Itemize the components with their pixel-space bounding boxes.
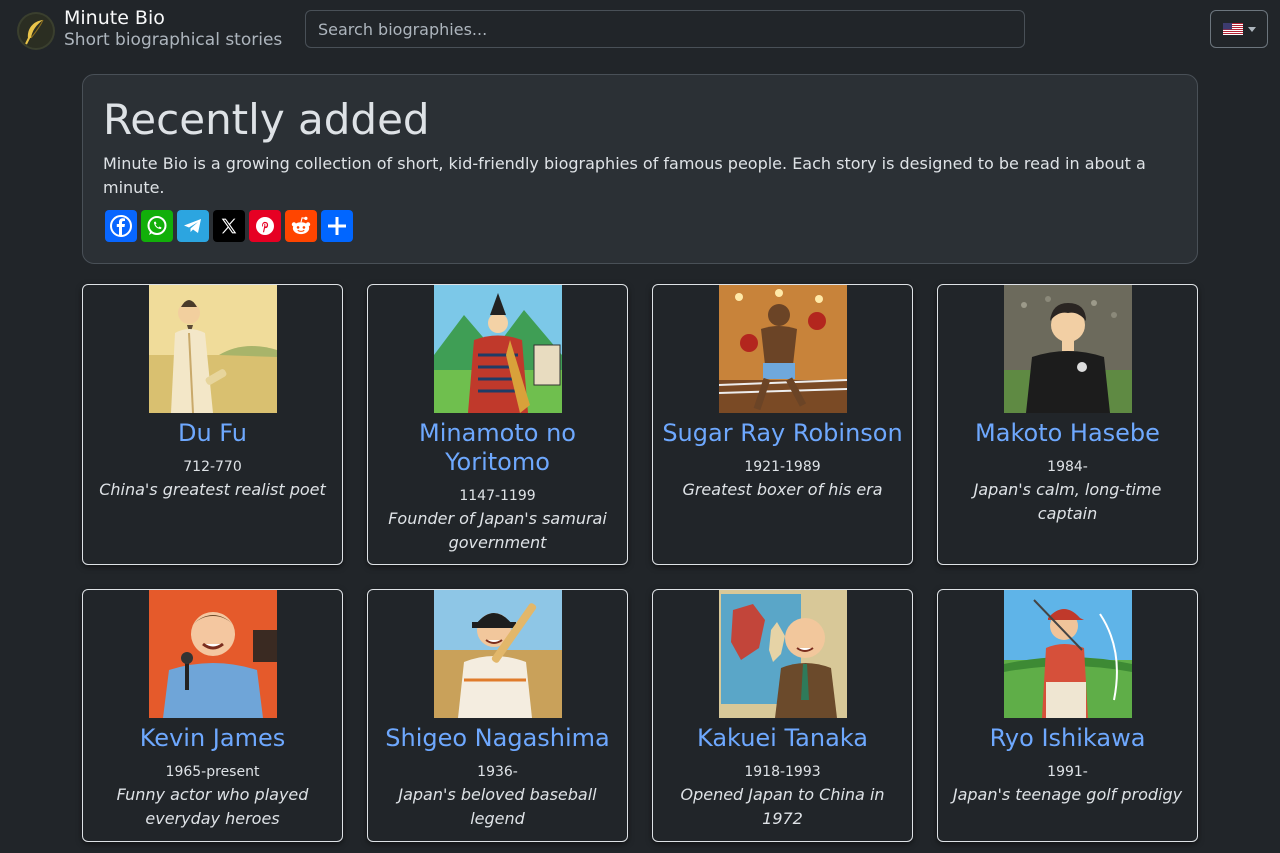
facebook-icon: [110, 215, 132, 237]
card-dates: 1991-: [1047, 764, 1088, 780]
du-fu-portrait-image: [148, 285, 277, 413]
card-dates: 1921-1989: [744, 459, 821, 475]
ryo-ishikawa-portrait-image: [1003, 590, 1132, 718]
card-title[interactable]: Makoto Hasebe: [938, 419, 1197, 448]
bio-card[interactable]: Kevin James 1965-present Funny actor who…: [82, 589, 343, 842]
bio-card[interactable]: Makoto Hasebe 1984- Japan's calm, long-t…: [937, 284, 1198, 565]
kevin-james-portrait-image: [148, 590, 277, 718]
language-dropdown-button[interactable]: [1210, 10, 1268, 48]
card-title[interactable]: Kevin James: [83, 724, 342, 753]
card-dates: 1984-: [1047, 459, 1088, 475]
site-title: Minute Bio: [64, 7, 165, 29]
bio-card[interactable]: Sugar Ray Robinson 1921-1989 Greatest bo…: [652, 284, 913, 565]
search-input[interactable]: [305, 10, 1025, 48]
card-dates: 712-770: [183, 459, 242, 475]
card-dates: 1965-present: [165, 764, 260, 780]
hero-panel: Recently added Minute Bio is a growing c…: [82, 74, 1198, 264]
plus-icon: [328, 217, 346, 235]
facebook-share-button[interactable]: [105, 210, 137, 242]
site-subtitle: Short biographical stories: [64, 30, 283, 50]
bio-card[interactable]: Kakuei Tanaka 1918-1993 Opened Japan to …: [652, 589, 913, 842]
hero-description: Minute Bio is a growing collection of sh…: [103, 154, 1146, 197]
reddit-icon: [291, 216, 311, 235]
card-title[interactable]: Kakuei Tanaka: [653, 724, 912, 753]
card-dates: 1918-1993: [744, 764, 821, 780]
minamoto-no-yoritomo-portrait-image: [433, 285, 562, 413]
card-title[interactable]: Ryo Ishikawa: [938, 724, 1197, 753]
card-tagline: China's greatest realist poet: [99, 480, 326, 499]
card-tagline: Greatest boxer of his era: [682, 480, 883, 499]
us-flag-icon: [1222, 23, 1243, 35]
card-title[interactable]: Sugar Ray Robinson: [653, 419, 912, 448]
makoto-hasebe-portrait-image: [1003, 285, 1132, 413]
bio-card[interactable]: Ryo Ishikawa 1991- Japan's teenage golf …: [937, 589, 1198, 842]
telegram-icon: [184, 219, 201, 233]
page-title: Recently added: [103, 95, 430, 144]
card-tagline: Funny actor who played everyday heroes: [116, 785, 309, 828]
x-share-button[interactable]: [213, 210, 245, 242]
share-more-button[interactable]: [321, 210, 353, 242]
bio-card[interactable]: Du Fu 712-770 China's greatest realist p…: [82, 284, 343, 565]
bio-card[interactable]: Shigeo Nagashima 1936- Japan's beloved b…: [367, 589, 628, 842]
pinterest-share-button[interactable]: [249, 210, 281, 242]
reddit-share-button[interactable]: [285, 210, 317, 242]
card-title[interactable]: Du Fu: [83, 419, 342, 448]
share-buttons: [105, 210, 353, 242]
chevron-down-icon: [1247, 26, 1256, 32]
card-dates: 1936-: [477, 764, 518, 780]
shigeo-nagashima-portrait-image: [433, 590, 562, 718]
feather-icon: [17, 12, 55, 50]
kakuei-tanaka-portrait-image: [718, 590, 847, 718]
card-tagline: Japan's calm, long-time captain: [973, 480, 1162, 523]
bio-card[interactable]: Minamoto no Yoritomo 1147-1199 Founder o…: [367, 284, 628, 565]
whatsapp-share-button[interactable]: [141, 210, 173, 242]
card-tagline: Japan's teenage golf prodigy: [952, 785, 1183, 804]
card-tagline: Opened Japan to China in 1972: [680, 785, 885, 828]
telegram-share-button[interactable]: [177, 210, 209, 242]
pinterest-icon: [256, 217, 274, 235]
x-icon: [221, 218, 237, 234]
sugar-ray-robinson-portrait-image: [718, 285, 847, 413]
card-title[interactable]: Minamoto no Yoritomo: [368, 419, 627, 477]
whatsapp-icon: [147, 216, 167, 235]
navbar: Minute Bio Short biographical stories: [0, 0, 1280, 62]
card-tagline: Founder of Japan's samurai government: [388, 509, 607, 552]
card-title[interactable]: Shigeo Nagashima: [368, 724, 627, 753]
card-dates: 1147-1199: [459, 488, 536, 504]
card-tagline: Japan's beloved baseball legend: [398, 785, 597, 828]
brand-link[interactable]: Minute Bio Short biographical stories: [16, 8, 282, 51]
